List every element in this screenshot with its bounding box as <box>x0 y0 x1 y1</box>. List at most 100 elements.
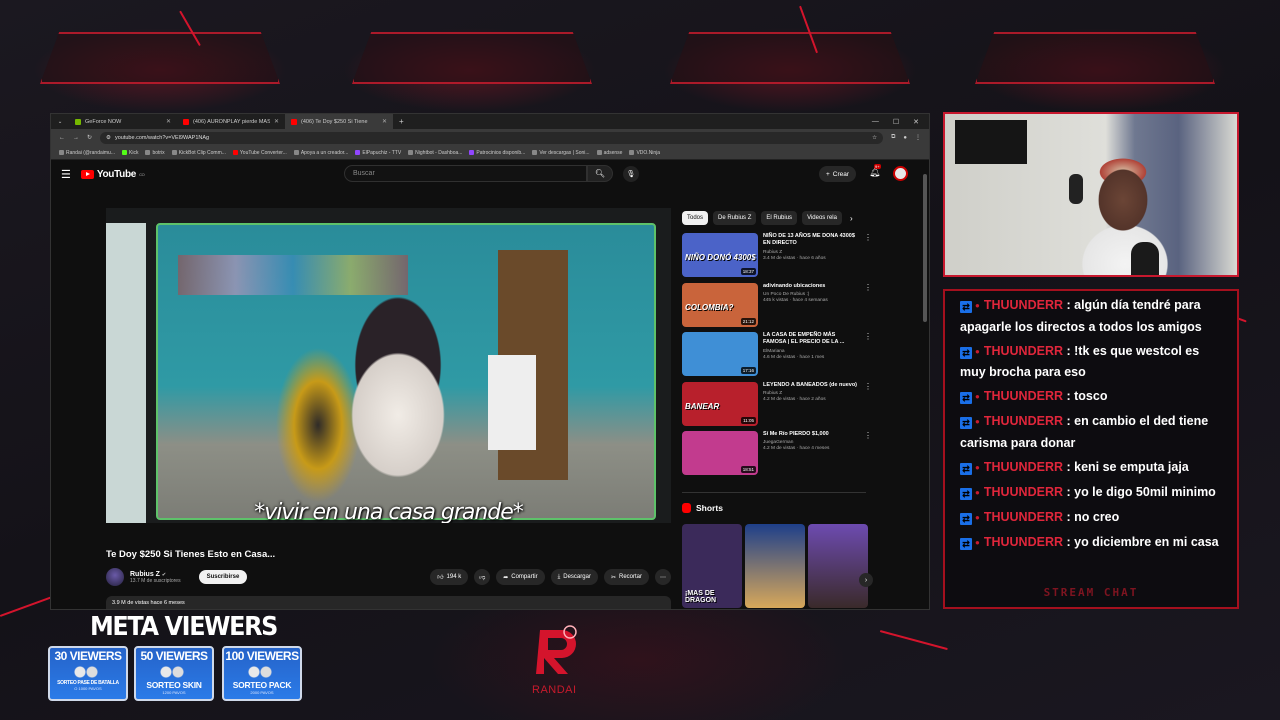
menu-icon[interactable]: ⋮ <box>915 134 921 141</box>
thumbnail-text: BANEAR <box>685 402 720 411</box>
bookmark-item[interactable]: Ver descargas | Soni... <box>532 150 590 156</box>
close-window-icon[interactable]: ✕ <box>913 118 919 126</box>
chat-username[interactable]: THUUNDERR <box>984 485 1063 499</box>
chat-username[interactable]: THUUNDERR <box>984 414 1063 428</box>
recommendation-title[interactable]: Sí Me Río PIERDO $1,000 <box>763 431 857 438</box>
recommendation-channel[interactable]: Rubius Z <box>763 250 857 255</box>
maximize-icon[interactable]: ☐ <box>893 118 899 126</box>
notification-badge: 9+ <box>874 164 881 169</box>
chat-username[interactable]: THUUNDERR <box>984 460 1063 474</box>
channel-avatar[interactable] <box>106 568 124 586</box>
more-actions-button[interactable]: ⋯ <box>655 569 671 585</box>
notifications-button[interactable]: 🔔︎ 9+ <box>869 164 881 178</box>
clip-button[interactable]: ✂ Recortar <box>603 569 649 585</box>
bookmark-item[interactable]: Apoya a un creador... <box>293 150 348 156</box>
hamburger-menu-icon[interactable]: ☰ <box>61 168 71 181</box>
new-tab-button[interactable]: + <box>399 117 404 126</box>
dislike-button[interactable]: 👎︎ <box>474 569 491 585</box>
recommendation-thumbnail[interactable]: 17:16 <box>682 332 758 376</box>
recommendation-title[interactable]: LA CASA DE EMPEÑO MÁS FAMOSA | EL PRECIO… <box>763 332 857 347</box>
create-button[interactable]: + Crear <box>819 166 857 182</box>
chip-related[interactable]: Videos rela <box>802 211 842 225</box>
recommendation-item[interactable]: NIÑO DONÓ 4300$ 18:37 NIÑO DE 13 AÑOS ME D… <box>682 233 872 279</box>
more-options-icon[interactable]: ⋮ <box>864 283 872 329</box>
search-input[interactable]: Buscar <box>344 165 587 182</box>
subscribe-button[interactable]: Suscribirse <box>198 570 248 584</box>
bookmark-item[interactable]: botrix <box>145 150 165 156</box>
close-tab-icon[interactable]: ✕ <box>382 118 387 125</box>
bookmark-item[interactable]: ElPapuchiz - TTV <box>355 150 401 156</box>
recommendation-item[interactable]: 18:51 Sí Me Río PIERDO $1,000 JuegaGerman 4… <box>682 431 872 477</box>
bookmark-item[interactable]: Randai (@randaimu... <box>59 150 115 156</box>
recommendation-title[interactable]: LEYENDO A BANEADOS (de nuevo) <box>763 382 857 389</box>
recommendation-thumbnail[interactable]: 18:51 <box>682 431 758 475</box>
bookmark-item[interactable]: VDO.Ninja <box>629 150 660 156</box>
chat-username[interactable]: THUUNDERR <box>984 344 1063 358</box>
like-button[interactable]: 👍︎ 194 k <box>430 569 469 585</box>
scrollbar[interactable] <box>923 174 927 322</box>
more-options-icon[interactable]: ⋮ <box>864 233 872 279</box>
recommendation-thumbnail[interactable]: COLOMBIA? 21:12 <box>682 283 758 327</box>
recommendation-item[interactable]: COLOMBIA? 21:12 adivinando ubicaciones Un P… <box>682 283 872 329</box>
subscriber-count: 13.7 M de suscriptores <box>130 577 181 584</box>
account-avatar[interactable] <box>893 166 908 181</box>
chevron-right-icon[interactable]: › <box>850 214 853 223</box>
recommendation-channel[interactable]: Un Poco De Rubius :) <box>763 292 857 297</box>
chip-el-rubius[interactable]: El Rubius <box>761 211 798 225</box>
site-info-icon[interactable]: ⚙ <box>106 135 111 141</box>
recommendation-thumbnail[interactable]: NIÑO DONÓ 4300$ 18:37 <box>682 233 758 277</box>
recommendation-thumbnail[interactable]: BANEAR 11:05 <box>682 382 758 426</box>
youtube-logo[interactable]: YouTube CO <box>80 169 145 180</box>
close-tab-icon[interactable]: ✕ <box>166 118 171 125</box>
chat-username[interactable]: THUUNDERR <box>984 298 1063 312</box>
back-icon[interactable]: ← <box>59 135 65 141</box>
kick-badge-icon: ⇄ <box>960 462 972 475</box>
extensions-icon[interactable]: ⧉ <box>891 134 895 141</box>
browser-tab[interactable]: GeForce NOW ✕ <box>69 114 177 129</box>
voice-search-button[interactable]: 🎙︎ <box>623 166 639 182</box>
chip-channel[interactable]: De Rubius Z <box>713 211 757 225</box>
minimize-icon[interactable]: — <box>872 118 879 126</box>
description-box[interactable]: 3.9 M de vistas hace 6 meses <box>106 596 671 609</box>
chat-username[interactable]: THUUNDERR <box>984 510 1063 524</box>
recommendation-info: Sí Me Río PIERDO $1,000 JuegaGerman 4.2 M … <box>763 431 857 477</box>
chip-all[interactable]: Todos <box>682 211 709 225</box>
recommendation-channel[interactable]: JuegaGerman <box>763 440 857 445</box>
tab-list-icon[interactable]: ⌄ <box>51 119 69 125</box>
channel-name[interactable]: Rubius Z ✔ <box>130 571 181 578</box>
short-item[interactable]: ¡MAS DE DRAGON <box>682 524 742 608</box>
shorts-next-button[interactable]: › <box>859 573 873 587</box>
recommendation-title[interactable]: adivinando ubicaciones <box>763 283 857 290</box>
chat-username[interactable]: THUUNDERR <box>984 389 1063 403</box>
recommendation-title[interactable]: NIÑO DE 13 AÑOS ME DONA 4300$ EN DIRECTO <box>763 233 857 248</box>
profile-icon[interactable]: ● <box>903 135 907 141</box>
search-button[interactable]: 🔍︎ <box>587 165 613 182</box>
short-item[interactable] <box>808 524 868 608</box>
recommendation-item[interactable]: BANEAR 11:05 LEYENDO A BANEADOS (de nuevo)… <box>682 382 872 428</box>
more-options-icon[interactable]: ⋮ <box>864 382 872 428</box>
bookmark-star-icon[interactable]: ☆ <box>872 135 877 141</box>
download-button[interactable]: ⤓ Descargar <box>550 569 598 585</box>
forward-icon[interactable]: → <box>73 135 79 141</box>
reload-icon[interactable]: ↻ <box>87 134 92 141</box>
bookmark-item[interactable]: YouTube Converter... <box>232 150 287 156</box>
bookmark-item[interactable]: Kick <box>122 150 138 156</box>
bookmark-item[interactable]: Nightbot - Dashboa... <box>408 150 462 156</box>
close-tab-icon[interactable]: ✕ <box>274 118 279 125</box>
bookmark-item[interactable]: Patrocinios disponib... <box>469 150 525 156</box>
browser-tab[interactable]: (406) AURONPLAY pierde MAS ✕ <box>177 114 285 129</box>
more-options-icon[interactable]: ⋮ <box>864 332 872 378</box>
video-player[interactable]: *vivir en una casa grande* <box>106 208 671 523</box>
more-options-icon[interactable]: ⋮ <box>864 431 872 477</box>
url-field[interactable]: ⚙ youtube.com/watch?v=VEl9WAP1NAg ☆ <box>100 131 884 144</box>
recommendation-channel[interactable]: ElMariana <box>763 349 857 354</box>
chat-username[interactable]: THUUNDERR <box>984 535 1063 549</box>
share-button[interactable]: ➦ Compartir <box>496 569 545 585</box>
chat-text: yo le digo 50mil minimo <box>1074 484 1216 499</box>
bookmark-item[interactable]: KickBot Clip Comm... <box>171 150 226 156</box>
recommendation-item[interactable]: 17:16 LA CASA DE EMPEÑO MÁS FAMOSA | EL P… <box>682 332 872 378</box>
recommendation-channel[interactable]: Rubius Z <box>763 391 857 396</box>
short-item[interactable] <box>745 524 805 608</box>
browser-tab-active[interactable]: (406) Te Doy $250 Si Tiene ✕ <box>285 114 393 129</box>
bookmark-item[interactable]: adsense <box>596 150 622 156</box>
